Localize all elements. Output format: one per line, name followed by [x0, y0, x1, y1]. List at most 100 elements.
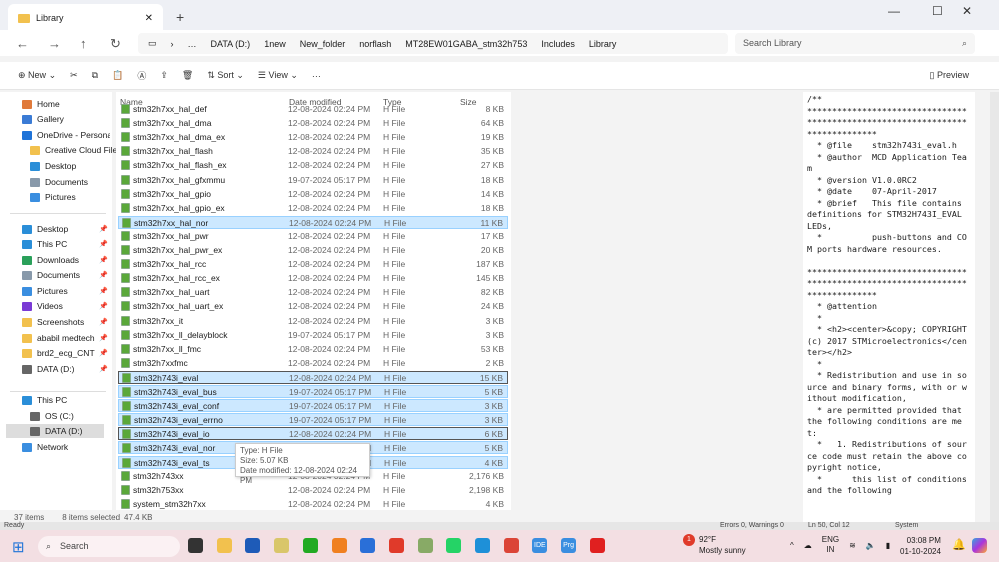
sidebar-item[interactable]: This PC	[22, 393, 110, 407]
sort-button[interactable]: ⇅ Sort ⌄	[207, 70, 244, 81]
preview-scrollbar[interactable]	[990, 92, 999, 522]
pin-icon[interactable]: 📌	[99, 287, 108, 295]
taskbar-app-icon[interactable]	[446, 538, 462, 553]
show-hidden-icon[interactable]: ^	[790, 541, 794, 550]
pin-icon[interactable]: 📌	[99, 365, 108, 373]
file-row[interactable]: stm32h7xxfmc 12-08-2024 02:24 PM H File 2 K…	[118, 357, 508, 370]
copilot-icon[interactable]	[972, 538, 987, 553]
taskbar-app-icon[interactable]	[302, 538, 318, 553]
close-tab-icon[interactable]: ✕	[145, 13, 153, 24]
taskbar-app-icon[interactable]	[188, 538, 203, 553]
search-input[interactable]: Search Library ⌕	[735, 33, 975, 54]
sidebar-item[interactable]: brd2_ecg_CNT 📌	[22, 346, 110, 360]
file-row[interactable]: stm32h7xx_hal_flash 12-08-2024 02:24 PM H …	[118, 145, 508, 158]
breadcrumb-library[interactable]: Library	[589, 39, 617, 49]
taskbar-app-icon[interactable]	[475, 538, 490, 553]
taskbar-app-icon[interactable]	[274, 538, 290, 553]
taskbar-app-icon[interactable]	[589, 538, 605, 553]
tab-library[interactable]: Library ✕	[8, 4, 163, 32]
sidebar-item[interactable]: OneDrive - Personal	[22, 128, 110, 142]
more-button[interactable]: ···	[312, 71, 321, 81]
file-row[interactable]: stm32h7xx_hal_nor 12-08-2024 02:24 PM H Fi…	[118, 215, 508, 229]
file-row[interactable]: stm32h7xx_hal_gfxmmu 19-07-2024 05:17 PM H…	[118, 174, 508, 187]
pin-icon[interactable]: 📌	[99, 256, 108, 264]
sidebar-item[interactable]: Gallery	[22, 112, 110, 126]
paste-icon[interactable]: 📋	[112, 70, 123, 81]
file-row[interactable]: stm32h7xx_hal_dma 12-08-2024 02:24 PM H Fi…	[118, 117, 508, 130]
taskbar-search[interactable]: ⌕ Search	[38, 536, 180, 557]
language-indicator[interactable]: ENG IN	[822, 535, 839, 555]
pin-icon[interactable]: 📌	[99, 318, 108, 326]
file-row[interactable]: stm32h7xx_hal_gpio_ex 12-08-2024 02:24 PM…	[118, 202, 508, 215]
breadcrumb-1new[interactable]: 1new	[264, 39, 286, 49]
refresh-icon[interactable]: ↻	[110, 36, 121, 52]
file-row[interactable]: stm32h7xx_hal_uart_ex 12-08-2024 02:24 PM…	[118, 300, 508, 313]
breadcrumb-data[interactable]: DATA (D:)	[211, 39, 251, 49]
breadcrumb-mt28ew[interactable]: MT28EW01GABA_stm32h753	[405, 39, 527, 49]
taskbar-app-icon[interactable]	[388, 538, 404, 553]
taskbar-app-icon[interactable]	[216, 538, 232, 553]
taskbar-app-icon[interactable]	[360, 538, 376, 553]
sidebar-item[interactable]: ababil medtech 📌	[22, 331, 110, 345]
sidebar-item[interactable]: Downloads 📌	[22, 253, 110, 267]
taskbar-app-icon[interactable]	[503, 538, 519, 553]
new-button[interactable]: ⊕ New ⌄	[18, 70, 56, 81]
file-row[interactable]: stm32h7xx_hal_pwr 12-08-2024 02:24 PM H Fi…	[118, 230, 508, 243]
minimize-button[interactable]: —	[888, 4, 900, 18]
file-row[interactable]: stm32h743i_eval_conf 19-07-2024 05:17 PM H…	[118, 399, 508, 413]
sidebar-item[interactable]: DATA (D:)	[6, 424, 104, 438]
breadcrumb-more[interactable]: …	[188, 39, 197, 49]
sidebar-item[interactable]: Creative Cloud Files	[30, 143, 118, 157]
pin-icon[interactable]: 📌	[99, 302, 108, 310]
taskbar-app-icon[interactable]	[331, 538, 347, 553]
taskbar-app-icon[interactable]	[245, 538, 261, 553]
sidebar-item[interactable]: Home	[22, 97, 110, 111]
rename-icon[interactable]: Ⓐ	[137, 69, 146, 82]
clock[interactable]: 03:08 PM 01-10-2024	[900, 535, 941, 557]
weather-widget[interactable]: 1 92°F Mostly sunny	[683, 534, 746, 556]
back-icon[interactable]: ←	[16, 36, 29, 51]
share-icon[interactable]: ⇪	[160, 70, 168, 81]
sidebar-item[interactable]: Desktop	[30, 159, 118, 173]
address-bar[interactable]: ▭ › … DATA (D:) 1new New_folder norflash…	[138, 33, 728, 54]
file-row[interactable]: stm32h743i_eval_bus 19-07-2024 05:17 PM H …	[118, 385, 508, 398]
volume-icon[interactable]: 🔈	[866, 541, 876, 550]
pin-icon[interactable]: 📌	[99, 334, 108, 342]
file-row[interactable]: stm32h7xx_hal_rcc_ex 12-08-2024 02:24 PM H…	[118, 272, 508, 285]
sidebar-item[interactable]: Screenshots 📌	[22, 315, 110, 329]
sidebar-item[interactable]: This PC 📌	[22, 237, 110, 251]
new-tab-button[interactable]: +	[176, 9, 184, 25]
battery-icon[interactable]: ▮	[886, 541, 890, 550]
file-row[interactable]: stm32h7xx_hal_def 12-08-2024 02:24 PM H Fi…	[118, 103, 508, 116]
pin-icon[interactable]: 📌	[99, 349, 108, 357]
pin-icon[interactable]: 📌	[99, 240, 108, 248]
up-icon[interactable]: ↑	[80, 36, 87, 51]
pin-icon[interactable]: 📌	[99, 271, 108, 279]
file-row[interactable]: stm32h7xx_hal_gpio 12-08-2024 02:24 PM H F…	[118, 188, 508, 201]
start-icon[interactable]: ⊞	[12, 538, 25, 556]
sidebar-item[interactable]: Documents 📌	[22, 268, 110, 282]
taskbar-app-icon[interactable]: Prg	[561, 538, 577, 553]
file-row[interactable]: stm32h7xx_hal_dma_ex 12-08-2024 02:24 PM H…	[118, 131, 508, 144]
sidebar-item[interactable]: Documents	[30, 175, 118, 189]
file-row[interactable]: stm32h7xx_hal_pwr_ex 12-08-2024 02:24 PM H…	[118, 244, 508, 257]
file-row[interactable]: stm32h7xx_ll_fmc 12-08-2024 02:24 PM H Fil…	[118, 343, 508, 356]
maximize-button[interactable]: ☐	[932, 4, 943, 18]
file-row[interactable]: stm32h7xx_it 12-08-2024 02:24 PM H File 3 K…	[118, 315, 508, 328]
breadcrumb-norflash[interactable]: norflash	[359, 39, 391, 49]
file-row[interactable]: stm32h743i_eval_io 12-08-2024 02:24 PM H F…	[118, 427, 508, 441]
file-row[interactable]: stm32h7xx_hal_flash_ex 12-08-2024 02:24 P…	[118, 159, 508, 172]
sidebar-item[interactable]: DATA (D:) 📌	[22, 362, 110, 376]
file-row[interactable]: stm32h7xx_hal_rcc 12-08-2024 02:24 PM H Fi…	[118, 258, 508, 271]
wifi-icon[interactable]: ≋	[849, 541, 856, 550]
delete-icon[interactable]: 🗑	[182, 70, 193, 81]
sidebar-item[interactable]: Desktop 📌	[22, 222, 110, 236]
sidebar-item[interactable]: Pictures	[30, 190, 118, 204]
view-button[interactable]: ☰ View ⌄	[258, 70, 298, 81]
forward-icon[interactable]: →	[48, 36, 61, 51]
file-row[interactable]: system_stm32h7xx 12-08-2024 02:24 PM H Fil…	[118, 498, 508, 511]
copy-icon[interactable]: ⧉	[92, 70, 98, 81]
taskbar-app-icon[interactable]: IDE	[532, 538, 548, 553]
close-button[interactable]: ✕	[962, 4, 972, 18]
sidebar-item[interactable]: Pictures 📌	[22, 284, 110, 298]
